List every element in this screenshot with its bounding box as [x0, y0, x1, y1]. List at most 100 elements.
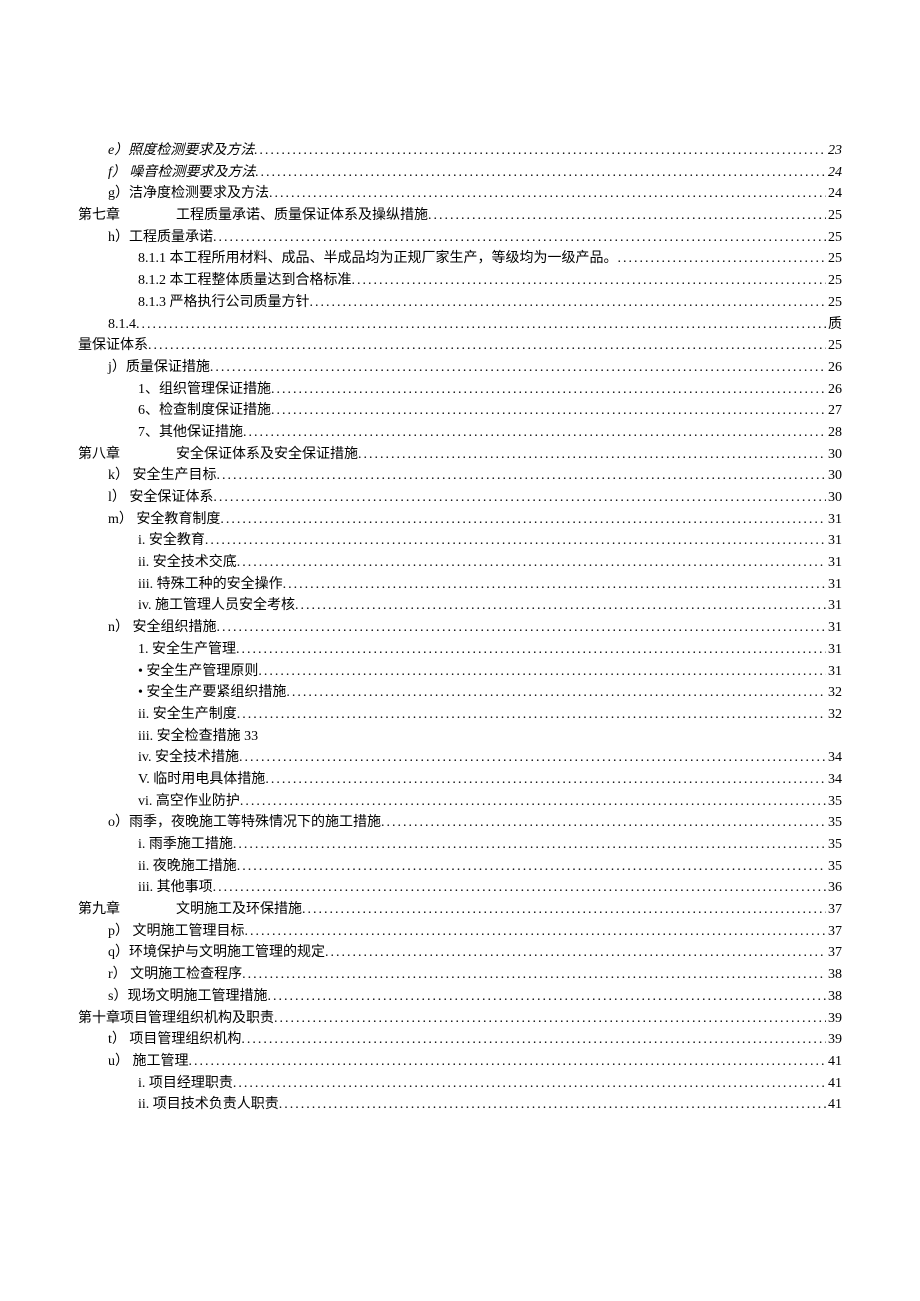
toc-entry-page: 27 — [826, 400, 842, 422]
table-of-contents: e）照度检测要求及方法23f） 噪音检测要求及方法24g）洁净度检测要求及方法2… — [78, 140, 842, 1116]
toc-leader — [618, 248, 827, 270]
toc-leader — [286, 682, 826, 704]
toc-entry: • 安全生产管理原则 31 — [78, 661, 842, 683]
toc-leader — [255, 162, 826, 184]
toc-entry-label: 第八章安全保证体系及安全保证措施 — [78, 444, 358, 466]
toc-entry: ii. 项目技术负责人职责41 — [78, 1094, 842, 1116]
toc-entry: i. 雨季施工措施 35 — [78, 834, 842, 856]
toc-leader — [279, 1094, 826, 1116]
toc-entry-page: 37 — [826, 942, 842, 964]
toc-entry-label: iii. 其他事项 — [138, 877, 213, 899]
toc-entry: u） 施工管理41 — [78, 1051, 842, 1073]
toc-entry-page: 37 — [826, 899, 842, 921]
toc-entry-page: 24 — [826, 183, 842, 205]
toc-leader — [217, 617, 827, 639]
toc-chapter-prefix: 第七章 — [78, 205, 176, 227]
toc-entry-page: 31 — [826, 595, 842, 617]
toc-entry: ii. 夜晚施工措施35 — [78, 856, 842, 878]
toc-entry-page: 36 — [826, 877, 842, 899]
toc-entry-page: 31 — [826, 661, 842, 683]
toc-entry-page: 31 — [826, 552, 842, 574]
toc-entry: o）雨季，夜晚施工等特殊情况下的施工措施35 — [78, 812, 842, 834]
toc-leader — [295, 595, 826, 617]
toc-leader — [217, 465, 827, 487]
toc-entry-page: 35 — [826, 812, 842, 834]
toc-entry-page: 32 — [826, 682, 842, 704]
toc-entry-label: n） 安全组织措施 — [108, 617, 217, 639]
toc-leader — [148, 335, 826, 357]
toc-entry-label: 1、组织管理保证措施 — [138, 379, 271, 401]
toc-entry-label: 第七章工程质量承诺、质量保证体系及操纵措施 — [78, 205, 428, 227]
toc-leader — [325, 942, 826, 964]
toc-entry-page: 31 — [826, 530, 842, 552]
toc-entry-page: 41 — [826, 1051, 842, 1073]
toc-entry-page: 31 — [826, 639, 842, 661]
toc-leader — [220, 509, 826, 531]
toc-entry-label: q）环境保护与文明施工管理的规定 — [108, 942, 325, 964]
toc-entry: i. 项目经理职责41 — [78, 1073, 842, 1095]
toc-entry-label: ii. 项目技术负责人职责 — [138, 1094, 279, 1116]
toc-leader — [271, 379, 826, 401]
toc-entry-label: • 安全生产管理原则 — [138, 661, 258, 683]
toc-leader — [213, 877, 826, 899]
toc-entry-page: 38 — [826, 964, 842, 986]
toc-leader — [271, 400, 826, 422]
toc-entry-label: f） 噪音检测要求及方法 — [108, 162, 255, 184]
toc-leader — [269, 183, 826, 205]
toc-leader — [352, 270, 827, 292]
toc-entry-label: V. 临时用电具体措施 — [138, 769, 265, 791]
toc-entry: 第十章项目管理组织机构及职责39 — [78, 1008, 842, 1030]
toc-entry-page: 35 — [826, 834, 842, 856]
toc-entry: iii. 其他事项 36 — [78, 877, 842, 899]
toc-entry-page: 31 — [826, 617, 842, 639]
toc-entry-label: p） 文明施工管理目标 — [108, 921, 245, 943]
toc-entry: l） 安全保证体系30 — [78, 487, 842, 509]
toc-entry-label: s）现场文明施工管理措施 — [108, 986, 267, 1008]
toc-entry: j）质量保证措施26 — [78, 357, 842, 379]
toc-leader — [189, 1051, 827, 1073]
toc-entry: ii. 安全技术交底31 — [78, 552, 842, 574]
toc-entry: 1、组织管理保证措施26 — [78, 379, 842, 401]
toc-entry-page: 34 — [826, 769, 842, 791]
toc-chapter-title: 安全保证体系及安全保证措施 — [176, 447, 358, 462]
toc-entry-label: 第十章项目管理组织机构及职责 — [78, 1008, 274, 1030]
toc-entry-page: 35 — [826, 791, 842, 813]
toc-leader — [205, 530, 826, 552]
toc-leader — [265, 769, 826, 791]
toc-entry-page: 38 — [826, 986, 842, 1008]
toc-entry-label: 8.1.1 本工程所用材料、成品、半成品均为正规厂家生产，等级均为一级产品。 — [138, 248, 618, 270]
toc-entry-page: 30 — [826, 487, 842, 509]
toc-leader — [245, 921, 827, 943]
toc-chapter: 第九章文明施工及环保措施37 — [78, 899, 842, 921]
toc-entry-label: iii. 安全检查措施 33 — [138, 729, 258, 744]
toc-entry-page: 39 — [826, 1029, 842, 1051]
toc-chapter-title: 工程质量承诺、质量保证体系及操纵措施 — [176, 208, 428, 223]
toc-leader — [240, 791, 826, 813]
toc-entry-label: g）洁净度检测要求及方法 — [108, 183, 269, 205]
toc-entry: q）环境保护与文明施工管理的规定 37 — [78, 942, 842, 964]
toc-leader — [274, 1008, 826, 1030]
toc-leader — [236, 639, 826, 661]
toc-leader — [381, 812, 826, 834]
toc-leader — [302, 899, 826, 921]
toc-entry-page: 25 — [826, 292, 842, 314]
toc-entry: iv. 安全技术措施34 — [78, 747, 842, 769]
toc-chapter-title: 文明施工及环保措施 — [176, 902, 302, 917]
toc-leader — [213, 487, 826, 509]
toc-leader — [213, 227, 826, 249]
toc-leader — [267, 986, 826, 1008]
toc-entry-label: r） 文明施工检查程序 — [108, 964, 242, 986]
toc-leader — [136, 314, 826, 336]
toc-entry-page: 30 — [826, 465, 842, 487]
toc-entry-wrap: 8.1.4质量保证体系25 — [78, 314, 842, 357]
toc-entry-page: 26 — [826, 357, 842, 379]
toc-entry-label: i. 雨季施工措施 — [138, 834, 233, 856]
toc-entry: 1. 安全生产管理31 — [78, 639, 842, 661]
toc-entry-suffix: 质 — [826, 314, 842, 336]
toc-entry-page: 25 — [826, 335, 842, 357]
toc-entry: k） 安全生产目标30 — [78, 465, 842, 487]
toc-entry-label: i. 安全教育 — [138, 530, 205, 552]
toc-entry-label: e）照度检测要求及方法 — [108, 140, 254, 162]
toc-entry: 8.1.3 严格执行公司质量方针25 — [78, 292, 842, 314]
toc-entry-page: 25 — [826, 227, 842, 249]
